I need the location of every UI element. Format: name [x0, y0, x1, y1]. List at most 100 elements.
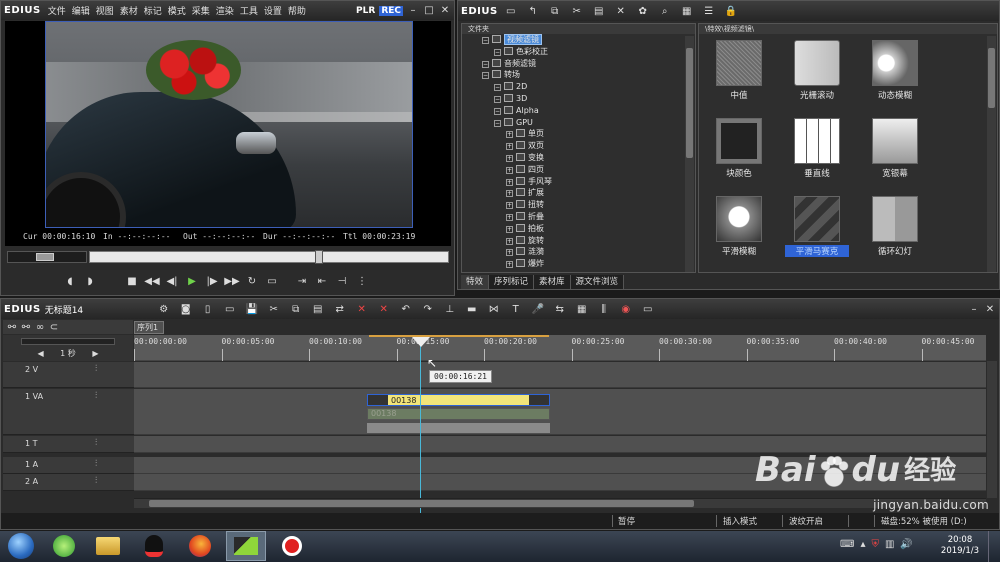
new-icon[interactable]: ▯ — [199, 301, 217, 317]
shuttle-bar[interactable] — [7, 251, 87, 263]
menu-item-3[interactable]: 素材 — [120, 4, 138, 17]
menu-item-7[interactable]: 渲染 — [216, 4, 234, 17]
menu-item-2[interactable]: 视图 — [96, 4, 114, 17]
tree-scrollbar[interactable] — [685, 36, 694, 272]
video-clip[interactable]: 00138 — [367, 394, 550, 406]
tree-scroll-thumb[interactable] — [686, 48, 693, 158]
effect-item[interactable]: 宽银幕 — [863, 118, 927, 179]
tree-item[interactable]: − 3D — [482, 93, 695, 105]
maximize-icon[interactable]: □ — [423, 3, 435, 19]
tree-item[interactable]: − 色彩校正 — [482, 46, 695, 58]
minimize-icon[interactable]: – — [407, 3, 419, 19]
insert-icon[interactable]: ⇥ — [293, 273, 311, 289]
mic-icon[interactable]: 🎤 — [529, 301, 547, 317]
track-header[interactable]: 2 V ⫶ — [3, 362, 135, 388]
group-icon[interactable]: ⊂ — [48, 319, 60, 335]
effects-scrollbar[interactable] — [987, 36, 996, 272]
render-icon[interactable]: ▬ — [463, 301, 481, 317]
tree-item[interactable]: + 折叠 — [482, 211, 695, 223]
effects-scroll-thumb[interactable] — [988, 48, 995, 108]
mark-in-icon[interactable]: ◖ — [61, 273, 79, 289]
tray-volume-icon[interactable]: 🔊 — [900, 539, 912, 550]
menu-item-5[interactable]: 模式 — [168, 4, 186, 17]
expand-icon[interactable]: + — [506, 202, 513, 210]
show-desktop-button[interactable] — [988, 531, 1000, 562]
taskbar-app-firefox[interactable] — [180, 531, 220, 561]
expand-icon[interactable]: + — [506, 190, 513, 198]
menu-item-1[interactable]: 编辑 — [72, 4, 90, 17]
mixer-icon[interactable]: ⫼ — [595, 301, 613, 317]
expand-icon[interactable]: + — [506, 166, 513, 174]
split-clip-icon[interactable]: ⊥ — [441, 301, 459, 317]
effect-icon[interactable]: ✿ — [634, 3, 652, 19]
step-forward-icon[interactable]: |▶ — [203, 273, 221, 289]
tray-network-icon[interactable]: ▥ — [885, 539, 894, 550]
audio-clip[interactable]: 00138 — [367, 408, 550, 420]
taskbar-app-edius[interactable] — [226, 531, 266, 561]
bin-tab[interactable]: 序列标记 — [489, 275, 535, 289]
close-icon[interactable]: ✕ — [439, 3, 451, 19]
replace-icon[interactable]: ⇄ — [331, 301, 349, 317]
playhead-line[interactable] — [420, 339, 421, 517]
tree-item[interactable]: + 四页 — [482, 164, 695, 176]
split-icon[interactable]: ⊣ — [333, 273, 351, 289]
effect-item[interactable]: 平滑模糊 — [707, 196, 771, 257]
track-toggle-icon[interactable]: ⫶ — [95, 476, 97, 486]
playhead-marker[interactable] — [412, 337, 430, 347]
grid-icon[interactable]: ▦ — [573, 301, 591, 317]
taskbar-app-explorer[interactable] — [88, 531, 128, 561]
track-lane[interactable] — [134, 362, 986, 388]
list-icon[interactable]: ☰ — [700, 3, 718, 19]
stop-icon[interactable]: ■ — [123, 273, 141, 289]
position-slider[interactable] — [89, 250, 449, 264]
copy-icon-2[interactable]: ⧉ — [287, 301, 305, 317]
cut-icon[interactable]: ✂ — [568, 3, 586, 19]
lock-icon[interactable]: 🔒 — [722, 3, 740, 19]
tree-item[interactable]: + 涟漪 — [482, 246, 695, 258]
delete-clip-icon[interactable]: ✕ — [353, 301, 371, 317]
track-header[interactable]: 1 A ⫶ — [3, 457, 135, 474]
camera-icon[interactable]: ◙ — [177, 301, 195, 317]
more-icon[interactable]: ⋮ — [353, 273, 371, 289]
track-toggle-icon[interactable]: ⫶ — [95, 391, 97, 401]
tree-item[interactable]: + 变换 — [482, 152, 695, 164]
taskbar-app-qq[interactable] — [134, 531, 174, 561]
menu-item-10[interactable]: 帮助 — [288, 4, 306, 17]
taskbar-app-browser360[interactable] — [44, 531, 84, 561]
tree-item[interactable]: + 双页 — [482, 140, 695, 152]
redo-icon[interactable]: ↷ — [419, 301, 437, 317]
search-icon[interactable]: ⌕ — [656, 3, 674, 19]
color-icon[interactable]: ◉ — [617, 301, 635, 317]
tree-item[interactable]: + 爆炸 — [482, 258, 695, 270]
tree-item[interactable]: + 手风琴 — [482, 176, 695, 188]
expand-icon[interactable]: + — [506, 131, 513, 139]
expand-icon[interactable]: − — [494, 107, 501, 115]
delete-icon[interactable]: ✕ — [612, 3, 630, 19]
track-toggle-icon[interactable]: ⫶ — [95, 438, 97, 448]
expand-icon[interactable]: − — [482, 60, 489, 68]
tray-security-icon[interactable]: ⛨ — [871, 539, 879, 550]
tree-item[interactable]: − 音频滤镜 — [482, 58, 695, 70]
output-icon[interactable]: ▭ — [263, 273, 281, 289]
menu-item-6[interactable]: 采集 — [192, 4, 210, 17]
effect-item[interactable]: 垂直线 — [785, 118, 849, 179]
zoom-slider[interactable] — [21, 338, 115, 345]
expand-icon[interactable]: + — [506, 225, 513, 233]
effect-item[interactable]: 平滑马赛克 — [785, 196, 849, 257]
expand-icon[interactable]: − — [482, 37, 489, 44]
track-tool-icon-2[interactable]: ⚯ — [20, 319, 32, 335]
tray-arrow-icon[interactable]: ▴ — [860, 539, 865, 550]
transition-icon[interactable]: ⋈ — [485, 301, 503, 317]
timeline-ruler[interactable]: 00:00:00:00 00:00:05:00 00:00:10:00 00:00:1… — [134, 335, 986, 361]
hscroll-thumb[interactable] — [149, 500, 694, 507]
ripple-delete-icon[interactable]: ✕ — [375, 301, 393, 317]
settings-icon[interactable]: ⚙ — [155, 301, 173, 317]
tree-item[interactable]: − 视频滤镜 — [482, 34, 695, 46]
layout-icon[interactable]: ▭ — [639, 301, 657, 317]
tree-item[interactable]: + 拍板 — [482, 223, 695, 235]
expand-icon[interactable]: − — [482, 72, 489, 80]
expand-icon[interactable]: + — [506, 213, 513, 221]
tl-close-icon[interactable]: ✕ — [984, 301, 996, 317]
bin-tab[interactable]: 源文件浏览 — [571, 275, 625, 289]
tree-item[interactable]: + 扩展 — [482, 187, 695, 199]
